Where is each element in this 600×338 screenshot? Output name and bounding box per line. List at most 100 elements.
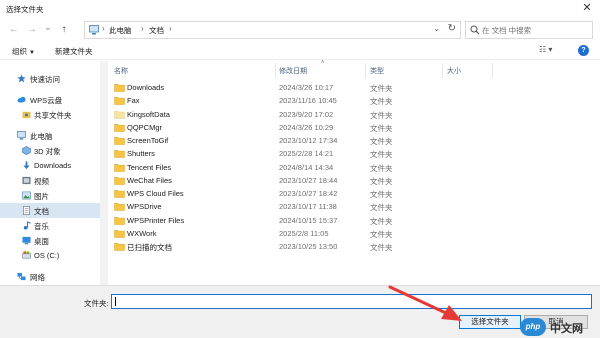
cube-icon bbox=[22, 146, 31, 155]
file-row[interactable]: Tencent Files 2024/8/14 14:34 文件夹 bbox=[108, 161, 428, 174]
breadcrumb-separator: › bbox=[141, 24, 144, 33]
organize-menu[interactable]: 组织 ▼ bbox=[12, 46, 35, 57]
file-name: KingsoftData bbox=[127, 109, 170, 119]
sidebar-item-label: 视频 bbox=[34, 177, 49, 186]
file-row[interactable]: WPSPrinter Files 2024/10/15 15:37 文件夹 bbox=[108, 214, 428, 227]
close-button[interactable]: ✕ bbox=[580, 1, 594, 15]
cloud-icon bbox=[17, 96, 26, 103]
column-divider[interactable] bbox=[365, 63, 366, 78]
folder-icon bbox=[114, 163, 125, 172]
file-list: ˄ 名称 修改日期 类型 大小 Downloads 2024/3/26 10:17… bbox=[108, 60, 600, 285]
file-type: 文件夹 bbox=[370, 243, 393, 252]
column-divider[interactable] bbox=[442, 63, 443, 78]
file-date: 2025/2/8 11:05 bbox=[279, 228, 329, 238]
column-divider[interactable] bbox=[492, 63, 493, 78]
sidebar-item-quick-access[interactable]: 快速访问 bbox=[0, 71, 100, 86]
star-icon bbox=[17, 74, 26, 83]
breadcrumb-documents[interactable]: 文档 bbox=[149, 25, 164, 36]
sidebar-item-os-c-drive[interactable]: OS (C:) bbox=[0, 248, 100, 263]
file-type: 文件夹 bbox=[370, 163, 393, 173]
file-date: 2024/3/26 10:29 bbox=[279, 122, 334, 132]
up-button[interactable]: ↑ bbox=[58, 24, 70, 36]
file-date: 2023/10/12 17:34 bbox=[279, 136, 338, 145]
forward-button[interactable]: → bbox=[26, 24, 38, 36]
sidebar-item-videos[interactable]: 视频 bbox=[0, 173, 100, 188]
sidebar-item-label: 此电脑 bbox=[30, 132, 53, 141]
sidebar-item-shared-folder[interactable]: 共享文件夹 bbox=[0, 107, 100, 122]
file-row[interactable]: WXWork 2025/2/8 11:05 文件夹 bbox=[108, 227, 428, 240]
address-row: ← → ⌄ ↑ › 此电脑 › 文档 › ⌄ ↻ bbox=[0, 17, 600, 43]
address-dropdown-icon[interactable]: ⌄ bbox=[433, 24, 440, 33]
command-bar: 组织 ▼ 新建文件夹 ☷ ▾ ? bbox=[0, 43, 600, 60]
file-date: 2023/10/25 13:50 bbox=[279, 242, 338, 251]
file-name: WPSPrinter Files bbox=[127, 215, 185, 225]
folder-input[interactable] bbox=[111, 294, 592, 309]
select-folder-button[interactable]: 选择文件夹 bbox=[459, 315, 521, 329]
back-button[interactable]: ← bbox=[8, 24, 20, 36]
sidebar-item-3d-objects[interactable]: 3D 对象 bbox=[0, 143, 100, 158]
file-row[interactable]: ScreenToGif 2023/10/12 17:34 文件夹 bbox=[108, 134, 428, 147]
sidebar-item-documents[interactable]: 文档 bbox=[0, 203, 100, 218]
file-row[interactable]: WPS Cloud Files 2023/10/27 18:42 文件夹 bbox=[108, 187, 428, 200]
column-header-type[interactable]: 类型 bbox=[370, 66, 384, 76]
folder-icon bbox=[114, 97, 125, 105]
folder-icon bbox=[114, 216, 125, 225]
file-row[interactable]: Downloads 2024/3/26 10:17 文件夹 bbox=[108, 81, 428, 94]
caret-down-icon: ▼ bbox=[29, 50, 35, 56]
network-icon bbox=[17, 272, 26, 281]
watermark-badge: php bbox=[520, 318, 546, 336]
file-name: Downloads bbox=[127, 83, 165, 92]
search-box[interactable] bbox=[465, 21, 593, 39]
file-type: 文件夹 bbox=[370, 229, 393, 239]
file-row[interactable]: KingsoftData 2023/9/20 17:02 文件夹 bbox=[108, 108, 428, 121]
folder-icon bbox=[114, 123, 125, 132]
sidebar-item-wps-cloud[interactable]: WPS云盘 bbox=[0, 92, 100, 107]
file-row[interactable]: WeChat Files 2023/10/27 18:44 文件夹 bbox=[108, 174, 428, 187]
sidebar-item-downloads[interactable]: Downloads bbox=[0, 158, 100, 173]
column-header-size[interactable]: 大小 bbox=[447, 66, 461, 76]
file-row[interactable]: 已扫描的文档 2023/10/25 13:50 文件夹 bbox=[108, 240, 428, 253]
new-folder-button[interactable]: 新建文件夹 bbox=[55, 46, 93, 57]
file-type: 文件夹 bbox=[370, 97, 393, 107]
file-type: 文件夹 bbox=[370, 123, 393, 133]
file-row[interactable]: WPSDrive 2023/10/17 11:38 文件夹 bbox=[108, 200, 428, 213]
folder-icon bbox=[114, 189, 125, 198]
file-type: 文件夹 bbox=[370, 176, 393, 186]
folder-icon bbox=[114, 176, 125, 185]
file-name: WXWork bbox=[127, 228, 157, 238]
folder-label: 文件夹: bbox=[84, 299, 109, 308]
folder-icon bbox=[114, 83, 125, 92]
column-header-name[interactable]: 名称 bbox=[114, 66, 128, 76]
sidebar-item-pictures[interactable]: 图片 bbox=[0, 188, 100, 203]
view-options-icon[interactable]: ☷ ▾ bbox=[539, 45, 559, 57]
file-date: 2024/3/26 10:17 bbox=[279, 83, 334, 92]
file-date: 2023/10/27 18:42 bbox=[279, 189, 338, 198]
sidebar-item-desktop[interactable]: 桌面 bbox=[0, 233, 100, 248]
column-header-date[interactable]: 修改日期 bbox=[279, 66, 307, 76]
file-date: 2024/8/14 14:34 bbox=[279, 162, 334, 172]
address-bar[interactable]: › 此电脑 › 文档 › ⌄ ↻ bbox=[84, 21, 461, 39]
file-type: 文件夹 bbox=[370, 190, 393, 199]
picture-icon bbox=[22, 191, 31, 200]
text-cursor bbox=[115, 297, 116, 306]
sidebar-item-this-pc[interactable]: 此电脑 bbox=[0, 128, 100, 143]
sidebar-item-label: 快速访问 bbox=[30, 75, 60, 84]
file-row[interactable]: Fax 2023/11/16 10:45 文件夹 bbox=[108, 94, 428, 107]
breadcrumb-this-pc[interactable]: 此电脑 bbox=[109, 25, 132, 36]
help-icon[interactable]: ? bbox=[578, 45, 589, 56]
search-input[interactable] bbox=[482, 24, 588, 36]
column-divider[interactable] bbox=[275, 63, 276, 78]
computer-icon bbox=[17, 131, 26, 140]
refresh-icon[interactable]: ↻ bbox=[448, 23, 456, 34]
recent-locations-button[interactable]: ⌄ bbox=[42, 22, 54, 34]
navigation-scrollbar[interactable] bbox=[100, 61, 108, 285]
sidebar-item-network[interactable]: 网络 bbox=[0, 269, 100, 284]
file-row[interactable]: Shutters 2025/2/28 14:21 文件夹 bbox=[108, 147, 428, 160]
file-row[interactable]: QQPCMgr 2024/3/26 10:29 文件夹 bbox=[108, 121, 428, 134]
sidebar-item-label: 3D 对象 bbox=[34, 147, 61, 156]
window-title: 选择文件夹 bbox=[6, 5, 44, 14]
folder-icon bbox=[114, 203, 125, 211]
sidebar-item-music[interactable]: 音乐 bbox=[0, 218, 100, 233]
navigation-pane: 快速访问 WPS云盘 共享文件夹 此电脑 3D 对象 Downloads 视频 … bbox=[0, 61, 100, 285]
desktop-icon bbox=[22, 236, 31, 245]
